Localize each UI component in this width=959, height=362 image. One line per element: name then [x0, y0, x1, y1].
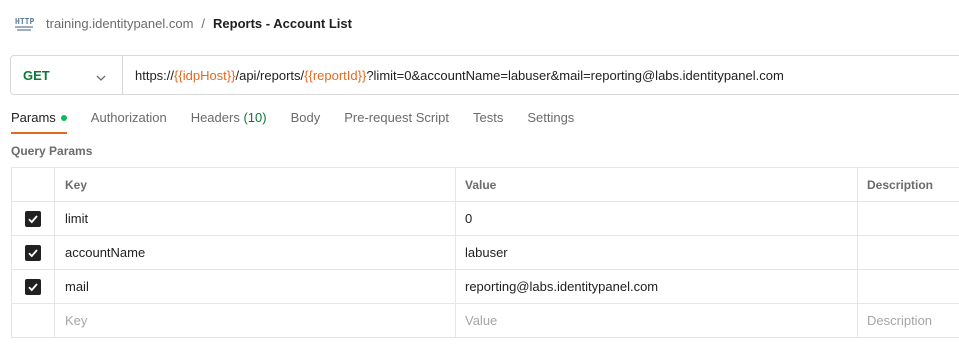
url-variable-idphost: {{idpHost}}: [174, 67, 236, 83]
url-variable-reportid: {{reportId}}: [304, 67, 367, 83]
tab-headers-label: Headers: [190, 110, 240, 125]
header-checkbox-cell: [12, 168, 55, 201]
tab-tests[interactable]: Tests: [473, 108, 503, 134]
param-description-input[interactable]: [858, 270, 959, 303]
param-key-input[interactable]: mail: [55, 270, 456, 303]
url-segment: https://: [135, 67, 175, 83]
tab-authorization[interactable]: Authorization: [91, 108, 167, 134]
breadcrumb-host[interactable]: training.identitypanel.com: [46, 16, 193, 31]
row-checkbox-cell: [12, 304, 55, 337]
active-params-dot-icon: [60, 114, 67, 121]
breadcrumb-separator: /: [201, 15, 206, 31]
param-key-input[interactable]: limit: [55, 202, 456, 235]
tab-params-label: Params: [11, 110, 56, 125]
row-checkbox-cell: [12, 202, 55, 235]
new-param-row: Key Value Description: [12, 304, 959, 338]
new-value-input[interactable]: Value: [456, 304, 858, 337]
url-segment: ?limit=0&accountName=labuser&mail=report…: [366, 67, 784, 83]
request-tabs: Params Authorization Headers (10) Body P…: [11, 108, 598, 136]
param-checkbox[interactable]: [25, 210, 41, 227]
row-checkbox-cell: [12, 236, 55, 269]
param-value-input[interactable]: 0: [456, 202, 858, 235]
column-header-key: Key: [55, 168, 456, 201]
table-row: limit 0: [12, 202, 959, 236]
query-params-heading: Query Params: [11, 144, 93, 158]
headers-count: (10): [243, 110, 267, 125]
tab-body[interactable]: Body: [291, 108, 321, 134]
tab-prerequest-script[interactable]: Pre-request Script: [344, 108, 449, 134]
new-key-input[interactable]: Key: [55, 304, 456, 337]
param-value-input[interactable]: labuser: [456, 236, 858, 269]
table-row: mail reporting@labs.identitypanel.com: [12, 270, 959, 304]
tab-settings[interactable]: Settings: [527, 108, 574, 134]
checkmark-icon: [28, 214, 38, 223]
table-header-row: Key Value Description: [12, 168, 959, 202]
param-checkbox[interactable]: [25, 278, 41, 295]
column-header-description: Description: [858, 168, 959, 201]
breadcrumb: HTTP training.identitypanel.com / Report…: [14, 12, 352, 34]
http-icon: HTTP: [14, 14, 34, 32]
request-title[interactable]: Reports - Account List: [213, 16, 352, 31]
checkmark-icon: [28, 248, 38, 257]
method-label: GET: [23, 67, 50, 83]
chevron-down-icon: [96, 70, 106, 81]
tab-headers[interactable]: Headers (10): [191, 108, 267, 134]
param-description-input[interactable]: [858, 236, 959, 269]
table-row: accountName labuser: [12, 236, 959, 270]
row-checkbox-cell: [12, 270, 55, 303]
url-segment: /api/reports/: [235, 67, 305, 83]
svg-text:HTTP: HTTP: [15, 17, 34, 26]
checkmark-icon: [28, 282, 38, 291]
tab-params[interactable]: Params: [11, 108, 67, 134]
url-input[interactable]: https://{{idpHost}}/api/reports/{{report…: [123, 68, 784, 83]
param-checkbox[interactable]: [25, 244, 41, 261]
param-description-input[interactable]: [858, 202, 959, 235]
request-bar: GET https://{{idpHost}}/api/reports/{{re…: [10, 55, 959, 95]
param-value-input[interactable]: reporting@labs.identitypanel.com: [456, 270, 858, 303]
query-params-table: Key Value Description limit 0 accountNam…: [11, 167, 959, 338]
new-description-input[interactable]: Description: [858, 304, 959, 337]
method-select[interactable]: GET: [11, 56, 123, 94]
param-key-input[interactable]: accountName: [55, 236, 456, 269]
column-header-value: Value: [456, 168, 858, 201]
